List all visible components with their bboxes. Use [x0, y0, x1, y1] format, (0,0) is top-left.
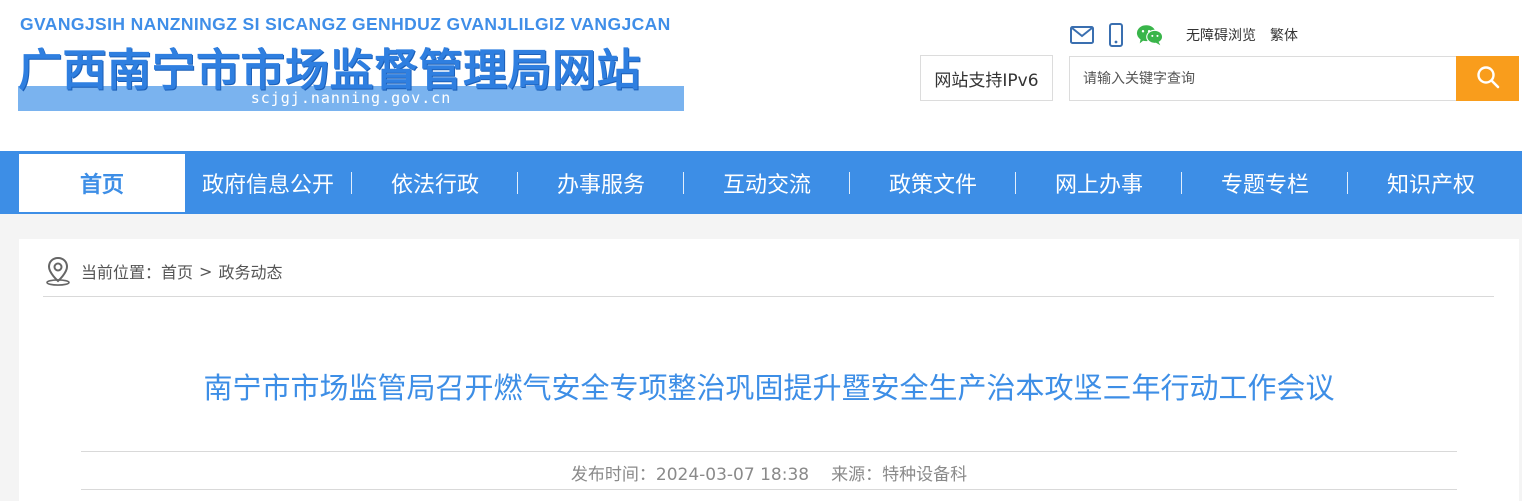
- divider: [43, 296, 1494, 297]
- breadcrumb-prefix: 当前位置：: [81, 263, 162, 282]
- logo-domain: scjgj.nanning.gov.cn: [250, 89, 452, 107]
- nav-item-law[interactable]: 依法行政: [352, 154, 518, 212]
- main-nav: 首页 政府信息公开 依法行政 办事服务 互动交流 政策文件 网上办事 专题专栏 …: [0, 151, 1522, 214]
- nav-item-home[interactable]: 首页: [19, 154, 185, 212]
- wechat-icon[interactable]: [1136, 22, 1164, 48]
- publish-label: 发布时间：: [570, 465, 656, 485]
- site-header: GVANGJSIH NANZNINGZ SI SICANGZ GENHDUZ G…: [0, 0, 1522, 151]
- site-logo[interactable]: GVANGJSIH NANZNINGZ SI SICANGZ GENHDUZ G…: [18, 12, 686, 112]
- breadcrumb-current[interactable]: 政务动态: [218, 259, 282, 283]
- nav-item-ip[interactable]: 知识产权: [1348, 154, 1514, 212]
- nav-item-services[interactable]: 办事服务: [518, 154, 684, 212]
- logo-pinyin: GVANGJSIH NANZNINGZ SI SICANGZ GENHDUZ G…: [20, 14, 671, 34]
- divider: [81, 451, 1457, 452]
- ipv6-badge: 网站支持IPv6: [920, 55, 1053, 101]
- accessibility-link[interactable]: 无障碍浏览: [1186, 25, 1256, 45]
- breadcrumb: 当前位置： 首页 > 政务动态: [43, 256, 282, 286]
- breadcrumb-separator: >: [199, 261, 213, 281]
- source-label: 来源：: [831, 465, 883, 485]
- article-meta: 发布时间：2024-03-07 18:38 来源：特种设备科: [19, 460, 1519, 485]
- breadcrumb-home[interactable]: 首页: [161, 259, 193, 283]
- publish-time: 2024-03-07 18:38: [655, 465, 810, 485]
- mobile-icon[interactable]: [1102, 22, 1130, 48]
- traditional-chinese-link[interactable]: 繁体: [1270, 25, 1298, 45]
- top-links: 无障碍浏览 繁体: [1068, 22, 1298, 48]
- nav-item-policy[interactable]: 政策文件: [850, 154, 1016, 212]
- nav-item-topics[interactable]: 专题专栏: [1182, 154, 1348, 212]
- source-value: 特种设备科: [882, 465, 968, 485]
- nav-item-interaction[interactable]: 互动交流: [684, 154, 850, 212]
- search-input[interactable]: [1069, 56, 1457, 101]
- article-container: 当前位置： 首页 > 政务动态 南宁市市场监管局召开燃气安全专项整治巩固提升暨安…: [19, 239, 1519, 501]
- location-pin-icon: [43, 256, 73, 286]
- divider: [81, 489, 1457, 490]
- article-title: 南宁市市场监管局召开燃气安全专项整治巩固提升暨安全生产治本攻坚三年行动工作会议: [203, 371, 1335, 405]
- search-button[interactable]: [1456, 56, 1519, 101]
- mail-icon[interactable]: [1068, 22, 1096, 48]
- search-icon: [1476, 65, 1500, 93]
- nav-item-gov-info[interactable]: 政府信息公开: [185, 154, 351, 212]
- nav-item-online[interactable]: 网上办事: [1016, 154, 1182, 212]
